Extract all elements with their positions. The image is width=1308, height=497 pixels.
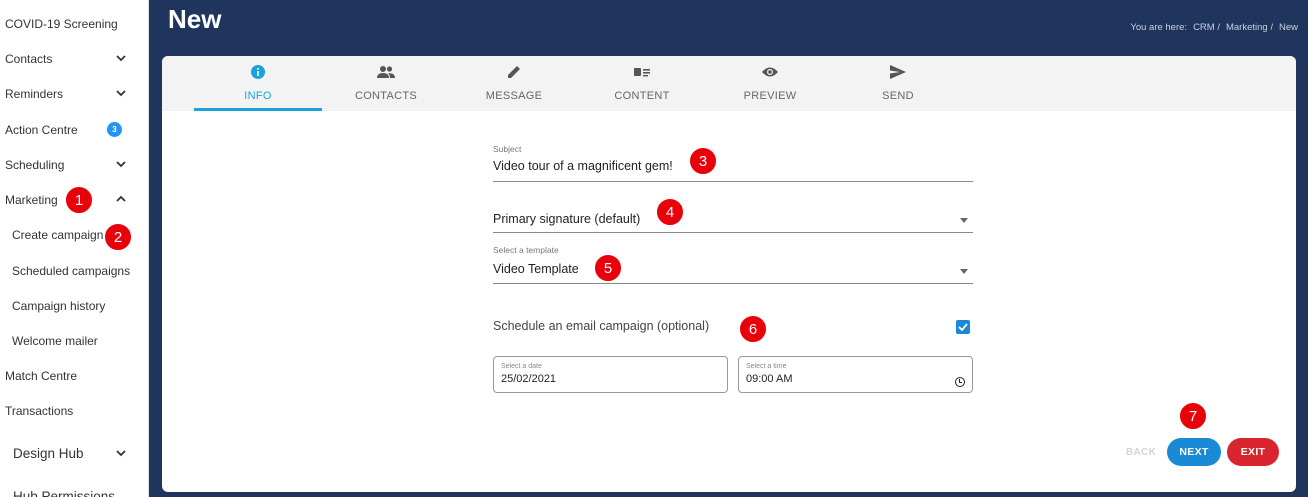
annotation-marker-3: 3: [689, 147, 717, 175]
breadcrumb-link-marketing[interactable]: Marketing /: [1226, 22, 1273, 33]
chevron-up-icon: [115, 193, 127, 205]
annotation-marker-4: 4: [656, 198, 684, 226]
sidebar-item-label: Reminders: [5, 86, 64, 101]
sidebar: COVID-19 Screening Contacts Reminders Ac…: [0, 0, 149, 497]
time-label: Select a time: [746, 363, 787, 370]
date-label: Select a date: [501, 363, 542, 370]
schedule-label: Schedule an email campaign (optional): [493, 319, 710, 333]
time-picker[interactable]: Select a time 09:00 AM: [738, 356, 973, 393]
notification-badge: 3: [107, 122, 122, 137]
wizard-tabs: INFO CONTACTS MESSAGE CONTENT PREVIEW SE…: [162, 56, 1296, 111]
subject-field[interactable]: Subject Video tour of a magnificent gem!: [493, 144, 973, 182]
sidebar-item-design-hub[interactable]: Design Hub: [0, 436, 148, 471]
sidebar-item-scheduling[interactable]: Scheduling: [0, 147, 148, 182]
info-icon: [250, 64, 266, 80]
sidebar-item-label: Action Centre: [5, 122, 78, 137]
tab-label: INFO: [244, 90, 272, 102]
eye-icon: [761, 64, 779, 80]
sidebar-item-label: Campaign history: [12, 298, 106, 313]
page-title: New: [168, 4, 222, 34]
annotation-marker-2: 2: [104, 223, 132, 251]
sidebar-item-campaign-history[interactable]: Campaign history: [0, 288, 148, 323]
dropdown-caret-icon: [960, 269, 968, 274]
chevron-down-icon: [115, 87, 127, 99]
template-select[interactable]: Select a template Video Template: [493, 245, 973, 284]
tab-label: MESSAGE: [485, 90, 543, 102]
tab-label: CONTACTS: [354, 90, 418, 102]
sidebar-item-covid-screening[interactable]: COVID-19 Screening: [0, 6, 148, 41]
next-button[interactable]: NEXT: [1167, 438, 1221, 466]
schedule-checkbox[interactable]: [956, 320, 970, 334]
sidebar-item-label: Welcome mailer: [12, 333, 98, 348]
back-button[interactable]: BACK: [1126, 447, 1156, 458]
pencil-icon: [506, 64, 522, 80]
sidebar-item-label: Hub Permissions: [13, 489, 116, 497]
signature-value: Primary signature (default): [493, 212, 641, 226]
sidebar-item-label: Create campaign: [12, 227, 104, 242]
sidebar-item-action-centre[interactable]: Action Centre 3: [0, 112, 148, 147]
tab-label: PREVIEW: [743, 90, 797, 102]
template-label: Select a template: [493, 245, 559, 255]
sidebar-item-reminders[interactable]: Reminders: [0, 76, 148, 111]
sidebar-item-label: Marketing: [5, 192, 58, 207]
sidebar-item-label: Transactions: [5, 403, 74, 418]
dropdown-caret-icon: [960, 218, 968, 223]
subject-label: Subject: [493, 144, 522, 154]
chevron-down-icon: [115, 447, 127, 459]
sidebar-item-hub-permissions[interactable]: Hub Permissions: [0, 479, 148, 497]
annotation-marker-7: 7: [1179, 402, 1207, 430]
sidebar-item-label: Contacts: [5, 51, 53, 66]
time-value: 09:00 AM: [746, 373, 793, 385]
tab-content[interactable]: CONTENT: [578, 56, 706, 111]
sidebar-item-label: Design Hub: [13, 446, 84, 461]
annotation-marker-6: 6: [739, 315, 767, 343]
tab-label: SEND: [882, 90, 914, 102]
template-value: Video Template: [493, 262, 579, 276]
annotation-marker-5: 5: [594, 254, 622, 282]
sidebar-item-match-centre[interactable]: Match Centre: [0, 358, 148, 393]
tab-message[interactable]: MESSAGE: [450, 56, 578, 111]
chevron-down-icon: [115, 158, 127, 170]
date-picker[interactable]: Select a date 25/02/2021: [493, 356, 728, 393]
breadcrumb: You are here: CRM / Marketing / New: [1130, 22, 1298, 33]
content-icon: [633, 64, 651, 80]
tab-contacts[interactable]: CONTACTS: [322, 56, 450, 111]
campaign-card: INFO CONTACTS MESSAGE CONTENT PREVIEW SE…: [162, 56, 1296, 492]
sidebar-item-transactions[interactable]: Transactions: [0, 393, 148, 428]
sidebar-item-welcome-mailer[interactable]: Welcome mailer: [0, 323, 148, 358]
tab-preview[interactable]: PREVIEW: [706, 56, 834, 111]
tab-info[interactable]: INFO: [194, 56, 322, 111]
tab-send[interactable]: SEND: [834, 56, 962, 111]
signature-select[interactable]: Primary signature (default): [493, 206, 973, 233]
annotation-marker-1: 1: [65, 186, 93, 214]
sidebar-item-contacts[interactable]: Contacts: [0, 41, 148, 76]
breadcrumb-current: New: [1278, 22, 1298, 33]
people-icon: [377, 64, 395, 80]
chevron-down-icon: [115, 52, 127, 64]
exit-button[interactable]: EXIT: [1227, 438, 1279, 466]
clock-icon[interactable]: [955, 377, 965, 387]
sidebar-item-label: COVID-19 Screening: [5, 16, 118, 31]
tab-label: CONTENT: [614, 90, 670, 102]
send-icon: [889, 64, 907, 80]
sidebar-item-label: Scheduling: [5, 157, 65, 172]
sidebar-item-label: Match Centre: [5, 368, 78, 383]
breadcrumb-link-crm[interactable]: CRM /: [1193, 22, 1220, 33]
subject-value: Video tour of a magnificent gem!: [493, 159, 673, 173]
check-icon: [958, 323, 968, 331]
breadcrumb-prefix: You are here:: [1130, 22, 1188, 33]
date-value: 25/02/2021: [501, 373, 557, 385]
sidebar-item-label: Scheduled campaigns: [12, 263, 131, 278]
sidebar-item-scheduled-campaigns[interactable]: Scheduled campaigns: [0, 253, 148, 288]
